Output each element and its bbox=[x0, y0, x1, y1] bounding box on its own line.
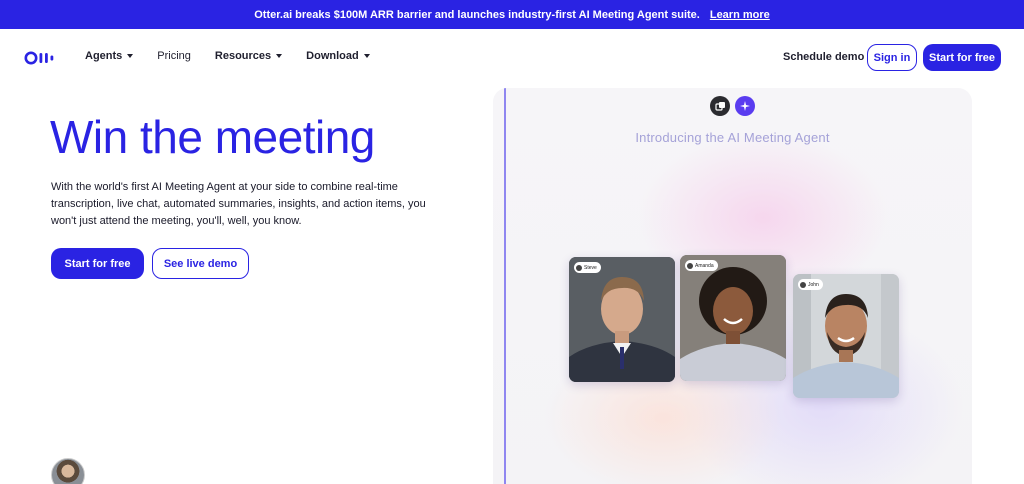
participant-tile-amanda: Amanda bbox=[680, 255, 786, 381]
participant-photo-john bbox=[793, 274, 899, 398]
participant-tile-john: John bbox=[793, 274, 899, 398]
nav-item-label: Agents bbox=[85, 50, 123, 62]
learn-more-link[interactable]: Learn more bbox=[710, 9, 770, 21]
avatar bbox=[51, 458, 85, 484]
chevron-down-icon bbox=[363, 54, 370, 58]
participant-photo-steve bbox=[569, 257, 675, 382]
announcement-banner: Otter.ai breaks $100M ARR barrier and la… bbox=[0, 0, 1024, 29]
start-for-free-nav-button[interactable]: Start for free bbox=[923, 44, 1001, 71]
sparkle-icon[interactable] bbox=[735, 96, 755, 116]
banner-text: Otter.ai breaks $100M ARR barrier and la… bbox=[254, 8, 700, 21]
hero-description: With the world's first AI Meeting Agent … bbox=[51, 181, 426, 227]
sign-in-button[interactable]: Sign in bbox=[867, 44, 917, 71]
avatar bbox=[800, 281, 806, 288]
nav-item-pricing[interactable]: Pricing bbox=[157, 50, 191, 62]
see-live-demo-button[interactable]: See live demo bbox=[152, 248, 249, 279]
chevron-down-icon bbox=[127, 54, 134, 58]
start-for-free-button[interactable]: Start for free bbox=[51, 248, 144, 279]
avatar bbox=[687, 262, 693, 269]
nav-item-label: Resources bbox=[214, 50, 272, 62]
chevron-down-icon bbox=[276, 54, 283, 58]
participant-name: Steve bbox=[584, 264, 597, 271]
participant-name-tag: Steve bbox=[574, 262, 601, 273]
participant-name: John bbox=[808, 281, 819, 288]
participant-tile-steve: Steve bbox=[569, 257, 675, 382]
nav-item-download[interactable]: Download bbox=[306, 50, 370, 62]
copy-icon[interactable] bbox=[710, 96, 730, 116]
otter-logo-icon[interactable] bbox=[24, 51, 64, 65]
participant-name: Amanda bbox=[695, 262, 714, 269]
top-nav: Agents Pricing Resources Download Schedu… bbox=[0, 29, 1024, 85]
nav-item-label: Download bbox=[306, 50, 359, 62]
nav-links: Agents Pricing Resources Download bbox=[85, 50, 370, 62]
nav-item-label: Pricing bbox=[157, 50, 191, 62]
nav-item-agents[interactable]: Agents bbox=[85, 50, 134, 62]
ai-agent-showcase-panel: Introducing the AI Meeting Agent Steve A… bbox=[493, 88, 972, 484]
schedule-demo-link[interactable]: Schedule demo bbox=[783, 51, 864, 63]
panel-title: Introducing the AI Meeting Agent bbox=[635, 130, 830, 145]
participant-name-tag: John bbox=[798, 279, 823, 290]
hero-title: Win the meeting bbox=[50, 111, 375, 163]
participant-photo-amanda bbox=[680, 255, 786, 381]
nav-item-resources[interactable]: Resources bbox=[214, 50, 283, 62]
participant-name-tag: Amanda bbox=[685, 260, 718, 271]
avatar bbox=[576, 264, 582, 271]
panel-divider bbox=[504, 88, 506, 484]
